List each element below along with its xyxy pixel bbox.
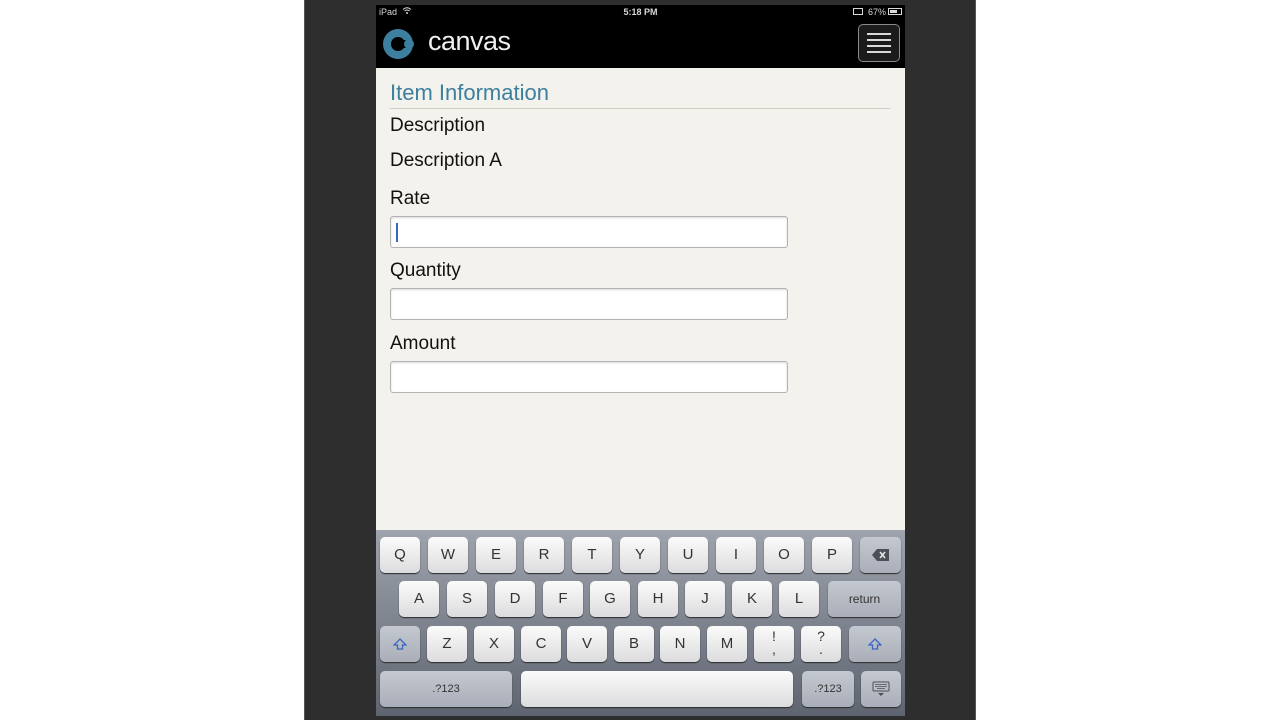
space-key[interactable] — [521, 671, 793, 707]
amount-label: Amount — [390, 333, 456, 354]
key-t[interactable]: T — [572, 537, 612, 573]
key-e[interactable]: E — [476, 537, 516, 573]
quantity-label: Quantity — [390, 260, 461, 281]
key-b[interactable]: B — [614, 626, 654, 662]
key-exclamation[interactable]: ! , — [754, 626, 794, 662]
rate-input[interactable] — [390, 216, 788, 248]
key-w[interactable]: W — [428, 537, 468, 573]
key-i[interactable]: I — [716, 537, 756, 573]
status-bar: iPad 5:18 PM 67% — [376, 5, 905, 19]
backspace-key[interactable] — [860, 537, 901, 573]
key-x[interactable]: X — [474, 626, 514, 662]
key-question[interactable]: ? . — [801, 626, 841, 662]
quantity-input[interactable] — [390, 288, 788, 320]
key-m[interactable]: M — [707, 626, 747, 662]
status-time: 5:18 PM — [623, 7, 658, 17]
ipad-screen: iPad 5:18 PM 67% canvas Item Information… — [376, 5, 905, 716]
section-title: Item Information — [390, 80, 549, 105]
key-question-bottom: . — [819, 641, 823, 657]
key-v[interactable]: V — [567, 626, 607, 662]
key-exclamation-bottom: , — [772, 641, 776, 657]
menu-button[interactable] — [858, 24, 900, 62]
text-cursor — [396, 223, 398, 242]
shift-icon — [867, 638, 883, 650]
key-n[interactable]: N — [660, 626, 700, 662]
rotation-lock-icon — [853, 8, 863, 15]
key-j[interactable]: J — [685, 581, 725, 617]
menu-icon — [867, 33, 891, 57]
key-d[interactable]: D — [495, 581, 535, 617]
item-form: Item Information Description Description… — [376, 68, 905, 530]
battery-percent: 67% — [867, 7, 886, 17]
onscreen-keyboard: Q W E R T Y U I O P A S D F G H J K L re… — [376, 530, 905, 716]
canvas-logo-icon — [383, 29, 418, 59]
key-u[interactable]: U — [668, 537, 708, 573]
key-y[interactable]: Y — [620, 537, 660, 573]
shift-icon — [392, 638, 408, 650]
section-divider — [390, 108, 890, 109]
key-g[interactable]: G — [590, 581, 630, 617]
key-l[interactable]: L — [779, 581, 819, 617]
description-value: Description A — [390, 150, 502, 171]
return-key[interactable]: return — [828, 581, 901, 617]
key-h[interactable]: H — [638, 581, 678, 617]
description-label: Description — [390, 115, 486, 136]
key-c[interactable]: C — [521, 626, 561, 662]
numbers-key-left[interactable]: .?123 — [380, 671, 512, 707]
battery-level — [890, 10, 897, 13]
key-a[interactable]: A — [399, 581, 439, 617]
key-z[interactable]: Z — [427, 626, 467, 662]
battery-icon — [888, 8, 902, 15]
shift-key-left[interactable] — [380, 626, 420, 662]
key-o[interactable]: O — [764, 537, 804, 573]
key-p[interactable]: P — [812, 537, 852, 573]
backspace-icon — [871, 549, 889, 562]
shift-key-right[interactable] — [849, 626, 901, 662]
keyboard-hide-icon — [872, 681, 890, 697]
app-header: canvas — [376, 19, 905, 68]
key-f[interactable]: F — [543, 581, 583, 617]
key-q[interactable]: Q — [380, 537, 420, 573]
logo-text: canvas — [428, 26, 511, 56]
numbers-key-right[interactable]: .?123 — [802, 671, 854, 707]
hide-keyboard-key[interactable] — [861, 671, 901, 707]
key-s[interactable]: S — [447, 581, 487, 617]
amount-input[interactable] — [390, 361, 788, 393]
rate-label: Rate — [390, 188, 431, 209]
key-k[interactable]: K — [732, 581, 772, 617]
key-r[interactable]: R — [524, 537, 564, 573]
